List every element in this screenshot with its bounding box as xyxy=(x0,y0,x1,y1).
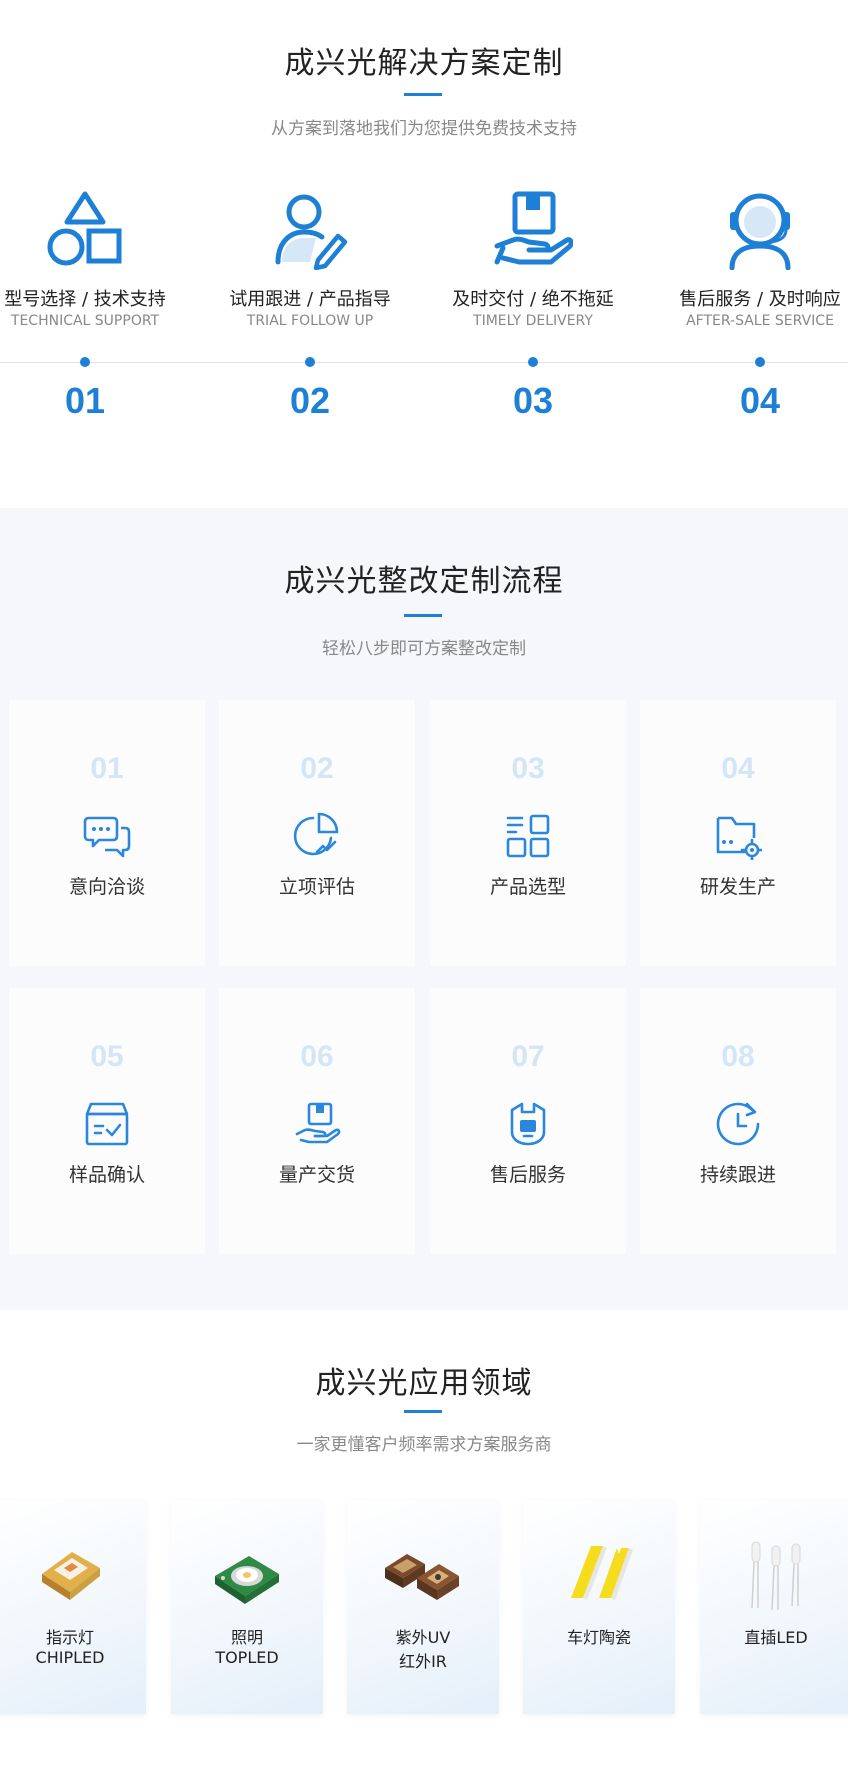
service-number: 03 xyxy=(512,380,554,421)
process-section: 成兴光整改定制流程 轻松八步即可方案整改定制 01 意向洽谈 02 立项评估 0… xyxy=(0,508,848,1310)
timeline-dot xyxy=(528,357,538,367)
process-step[interactable]: 06 量产交货 xyxy=(219,988,415,1254)
card-title: 紫外UV xyxy=(395,1628,451,1647)
through-hole-led-image xyxy=(751,1541,801,1611)
service-number: 02 xyxy=(289,380,331,421)
card-title: 照明 xyxy=(230,1628,263,1647)
grid-select-icon xyxy=(506,814,550,858)
chip-led-image xyxy=(42,1552,100,1600)
ceramic-led-image xyxy=(571,1546,633,1600)
timeline-dot xyxy=(305,357,315,367)
solutions-subtitle: 从方案到落地我们为您提供免费技术支持 xyxy=(271,119,577,139)
applications-section: 成兴光应用领域 一家更懂客户频率需求方案服务商 指示灯 CHIPLED 照明 T… xyxy=(0,1310,848,1788)
step-label: 立项评估 xyxy=(278,876,355,898)
service-item-trial-follow-up[interactable]: 试用跟进 / 产品指导 TRIAL FOLLOW UP 02 xyxy=(200,190,420,430)
service-title: 试用跟进 / 产品指导 xyxy=(229,289,391,310)
application-card-through-hole[interactable]: 直插LED xyxy=(700,1500,848,1714)
service-subtitle: TRIAL FOLLOW UP xyxy=(246,313,374,329)
step-label: 样品确认 xyxy=(68,1164,145,1186)
solutions-title: 成兴光解决方案定制 xyxy=(284,46,564,81)
card-subtitle: TOPLED xyxy=(215,1648,279,1667)
step-label: 意向洽谈 xyxy=(68,876,145,898)
step-number: 05 xyxy=(90,1040,124,1073)
step-label: 量产交货 xyxy=(278,1164,355,1186)
title-underline xyxy=(404,614,442,617)
application-card-chipled[interactable]: 指示灯 CHIPLED xyxy=(0,1500,146,1714)
service-item-timely-delivery[interactable]: 及时交付 / 绝不拖延 TIMELY DELIVERY 03 xyxy=(423,190,643,430)
service-subtitle: TIMELY DELIVERY xyxy=(473,313,593,329)
step-number: 07 xyxy=(511,1040,545,1073)
process-subtitle: 轻松八步即可方案整改定制 xyxy=(322,639,526,659)
applications-subtitle: 一家更懂客户频率需求方案服务商 xyxy=(296,1435,552,1455)
step-number: 04 xyxy=(721,752,755,785)
pie-chart-icon xyxy=(293,812,339,856)
step-number: 03 xyxy=(511,752,545,785)
service-title: 及时交付 / 绝不拖延 xyxy=(452,289,614,310)
card-title: 指示灯 xyxy=(45,1628,94,1647)
service-subtitle: TECHNICAL SUPPORT xyxy=(10,313,160,329)
process-step[interactable]: 01 意向洽谈 xyxy=(9,700,205,966)
step-number: 01 xyxy=(90,752,124,785)
step-number: 06 xyxy=(300,1040,334,1073)
application-card-uv-ir[interactable]: 紫外UV 红外IR xyxy=(347,1500,499,1714)
process-step[interactable]: 05 样品确认 xyxy=(9,988,205,1254)
process-title: 成兴光整改定制流程 xyxy=(284,564,564,599)
service-subtitle: AFTER-SALE SERVICE xyxy=(686,313,834,329)
timeline-dot xyxy=(80,357,90,367)
service-number: 01 xyxy=(64,380,106,421)
shapes-icon xyxy=(47,191,122,266)
top-led-image xyxy=(215,1556,279,1604)
step-label: 持续跟进 xyxy=(699,1164,776,1186)
chat-bubbles-icon xyxy=(83,816,131,858)
step-number: 08 xyxy=(721,1040,755,1073)
folder-gear-icon xyxy=(716,816,762,860)
service-number: 04 xyxy=(739,380,781,421)
box-check-icon xyxy=(85,1102,129,1146)
user-edit-icon xyxy=(275,194,348,270)
service-title: 型号选择 / 技术支持 xyxy=(4,289,166,310)
uv-ir-led-image xyxy=(385,1554,459,1600)
service-title: 售后服务 / 及时响应 xyxy=(679,289,841,310)
solutions-section: 成兴光解决方案定制 从方案到落地我们为您提供免费技术支持 型号选择 / 技术支持… xyxy=(0,0,848,508)
box-in-hand-icon xyxy=(494,191,573,265)
card-title: 直插LED xyxy=(744,1628,808,1647)
card-title: 车灯陶瓷 xyxy=(566,1628,631,1647)
process-step[interactable]: 07 售后服务 xyxy=(430,988,626,1254)
step-number: 02 xyxy=(300,752,334,785)
step-label: 研发生产 xyxy=(699,876,776,898)
application-card-topled[interactable]: 照明 TOPLED xyxy=(171,1500,323,1714)
clock-refresh-icon xyxy=(716,1102,760,1146)
step-label: 售后服务 xyxy=(489,1164,566,1186)
process-step[interactable]: 03 产品选型 xyxy=(430,700,626,966)
card-subtitle: 红外IR xyxy=(399,1652,447,1671)
applications-title: 成兴光应用领域 xyxy=(315,1366,533,1401)
package-hand-icon xyxy=(295,1102,341,1144)
process-step[interactable]: 02 立项评估 xyxy=(219,700,415,966)
title-underline xyxy=(404,1410,442,1413)
timeline-dot xyxy=(755,357,765,367)
service-icon xyxy=(510,1102,546,1146)
title-underline xyxy=(404,93,442,96)
step-label: 产品选型 xyxy=(489,876,566,898)
application-card-ceramic[interactable]: 车灯陶瓷 xyxy=(523,1500,675,1714)
service-item-after-sale[interactable]: 售后服务 / 及时响应 AFTER-SALE SERVICE 04 xyxy=(650,190,848,430)
card-subtitle: CHIPLED xyxy=(35,1648,105,1667)
process-step[interactable]: 08 持续跟进 xyxy=(640,988,836,1254)
process-step[interactable]: 04 研发生产 xyxy=(640,700,836,966)
service-item-technical-support[interactable]: 型号选择 / 技术支持 TECHNICAL SUPPORT 01 xyxy=(0,190,195,430)
headset-icon xyxy=(729,193,791,270)
